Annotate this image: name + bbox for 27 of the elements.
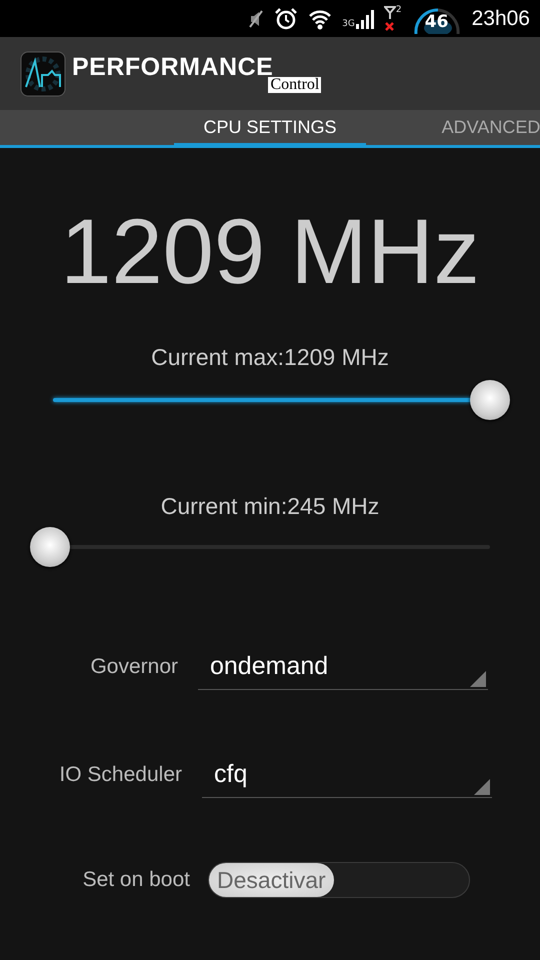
dropdown-label: Governor <box>89 655 178 679</box>
dropdown-label: IO Scheduler <box>58 763 182 787</box>
sim-number: 2 <box>396 6 402 14</box>
network-type-label: 3G <box>342 20 355 28</box>
tab[interactable]: CPU SETTINGS <box>174 110 366 148</box>
mute-icon <box>248 8 264 28</box>
signal-icon <box>356 8 374 28</box>
slider-thumb[interactable] <box>30 527 70 567</box>
dropdown-corner-icon <box>474 779 490 795</box>
alarm-clock-icon <box>274 6 298 30</box>
slider-thumb[interactable] <box>470 380 510 420</box>
app-subtitle: Control <box>268 76 322 92</box>
tab[interactable]: ADVANCED <box>436 110 540 145</box>
clock: 23h06 <box>472 6 530 30</box>
dropdown[interactable]: cfq <box>202 752 492 798</box>
app-logo-icon <box>20 50 66 96</box>
slider-label: Current max:1209 MHz <box>150 344 390 371</box>
dropdown-corner-icon <box>470 671 486 687</box>
battery-gauge: 46 <box>412 4 462 34</box>
cpu-frequency: 1209 MHz <box>59 206 481 298</box>
toggle-switch[interactable]: Desactivar <box>208 862 470 898</box>
app-title: PERFORMANCE <box>72 54 274 80</box>
no-signal-antenna-icon <box>384 6 396 32</box>
setting-label: Set on boot <box>82 868 190 892</box>
dropdown[interactable]: ondemand <box>198 644 488 690</box>
wifi-icon <box>308 8 332 30</box>
slider-label: Current min:245 MHz <box>160 493 380 520</box>
